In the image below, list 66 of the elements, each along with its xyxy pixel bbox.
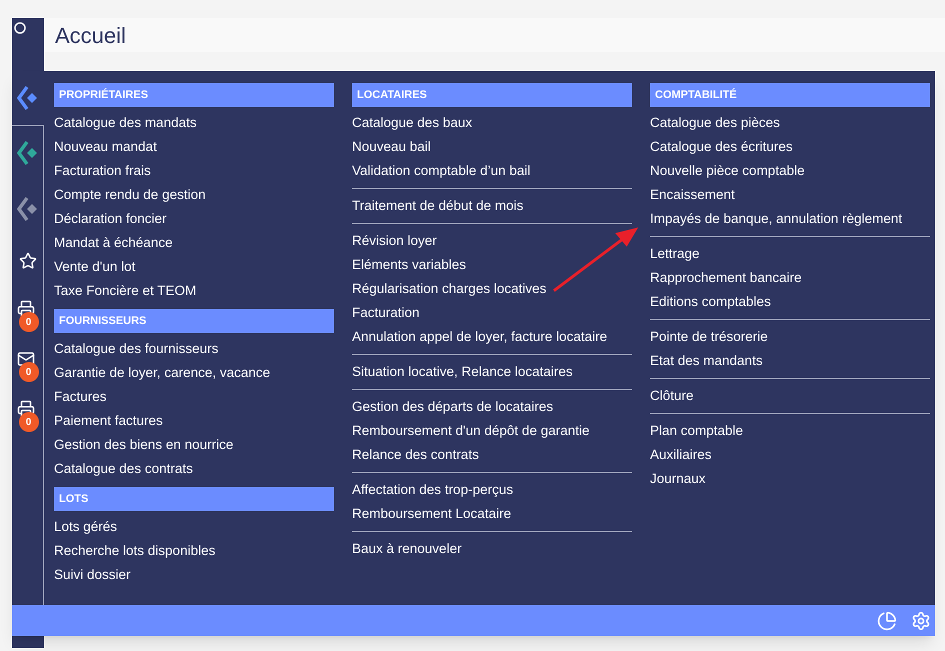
menu-item[interactable]: Nouveau mandat (54, 135, 157, 159)
section-header: FOURNISSEURS (54, 309, 334, 333)
menu-item[interactable]: Compte rendu de gestion (54, 183, 206, 207)
menu-item[interactable]: Recherche lots disponibles (54, 539, 216, 563)
menu-item[interactable]: Catalogue des contrats (54, 457, 193, 481)
menu-item[interactable]: Affectation des trop-perçus (352, 478, 514, 502)
menu-item[interactable]: Lots gérés (54, 515, 118, 539)
menu-item[interactable]: Nouveau bail (352, 135, 431, 159)
menu-item[interactable]: Révision loyer (352, 229, 437, 253)
menu-item[interactable]: Remboursement d'un dépôt de garantie (352, 419, 590, 443)
menu-item[interactable]: Annulation appel de loyer, facture locataire (352, 325, 608, 349)
menu-item[interactable]: Clôture (650, 384, 694, 408)
menu-item[interactable]: Garantie de loyer, carence, vacance (54, 361, 270, 385)
menu-item[interactable]: Traitement de début de mois (352, 194, 524, 218)
pie-chart-icon[interactable] (877, 610, 897, 630)
chevron-icon[interactable] (17, 85, 39, 111)
star-icon[interactable] (18, 252, 36, 270)
menu-item[interactable]: Journaux (650, 467, 706, 491)
settings-icon[interactable] (911, 610, 931, 630)
section-header: PROPRIÉTAIRES (54, 83, 334, 107)
menu-item[interactable]: Catalogue des écritures (650, 135, 793, 159)
menu-item[interactable]: Déclaration foncier (54, 207, 167, 231)
chevron-icon[interactable] (16, 196, 38, 222)
menu-item[interactable]: Rapprochement bancaire (650, 266, 802, 290)
count-badge: 0 (18, 312, 38, 332)
menu-item[interactable]: Catalogue des pièces (650, 111, 780, 135)
menu-item[interactable]: Catalogue des baux (352, 111, 472, 135)
menu-item[interactable]: Pointe de trésorerie (650, 325, 768, 349)
search-icon[interactable] (14, 22, 28, 36)
menu-item[interactable]: Facturation frais (54, 159, 151, 183)
menu-item[interactable]: Remboursement Locataire (352, 502, 512, 526)
section-header: LOTS (54, 487, 334, 511)
section-header: LOCATAIRES (352, 83, 632, 107)
menu-item[interactable]: Eléments variables (352, 253, 466, 277)
menu-item[interactable]: Gestion des départs de locataires (352, 395, 554, 419)
menu-item[interactable]: Taxe Foncière et TEOM (54, 279, 196, 303)
menu-item[interactable]: Catalogue des mandats (54, 111, 197, 135)
menu-item[interactable]: Situation locative, Relance locataires (352, 360, 573, 384)
menu-item[interactable]: Validation comptable d’un bail (352, 159, 530, 183)
menu-item[interactable]: Vente d'un lot (54, 255, 136, 279)
menu-item[interactable]: Suivi dossier (54, 563, 131, 587)
printer-icon[interactable] (16, 400, 34, 418)
menu-item[interactable]: Catalogue des fournisseurs (54, 337, 218, 361)
mail-icon[interactable] (16, 350, 34, 368)
chevron-icon[interactable] (16, 140, 38, 166)
count-badge: 0 (18, 412, 38, 432)
menu-item[interactable]: Mandat à échéance (54, 231, 173, 255)
menu-item[interactable]: Plan comptable (650, 419, 744, 443)
menu-item[interactable]: Baux à renouveler (352, 537, 462, 561)
menu-item[interactable]: Etat des mandants (650, 349, 763, 373)
printer-icon[interactable] (16, 300, 34, 318)
menu-item[interactable]: Auxiliaires (650, 443, 712, 467)
menu-item[interactable]: Relance des contrats (352, 443, 479, 467)
menu-item[interactable]: Facturation (352, 301, 420, 325)
page-title: Accueil (55, 22, 126, 50)
count-badge: 0 (18, 362, 38, 382)
menu-item[interactable]: Encaissement (650, 183, 735, 207)
menu-item[interactable]: Editions comptables (650, 290, 771, 314)
menu-item[interactable]: Impayés de banque, annulation règlement (650, 207, 902, 231)
menu-item[interactable]: Nouvelle pièce comptable (650, 159, 805, 183)
menu-item[interactable]: Factures (54, 385, 107, 409)
menu-item[interactable]: Gestion des biens en nourrice (54, 433, 234, 457)
section-header: COMPTABILITÉ (650, 83, 930, 107)
menu-item[interactable]: Lettrage (650, 242, 700, 266)
menu-item[interactable]: Paiement factures (54, 409, 163, 433)
menu-item[interactable]: Régularisation charges locatives (352, 277, 546, 301)
